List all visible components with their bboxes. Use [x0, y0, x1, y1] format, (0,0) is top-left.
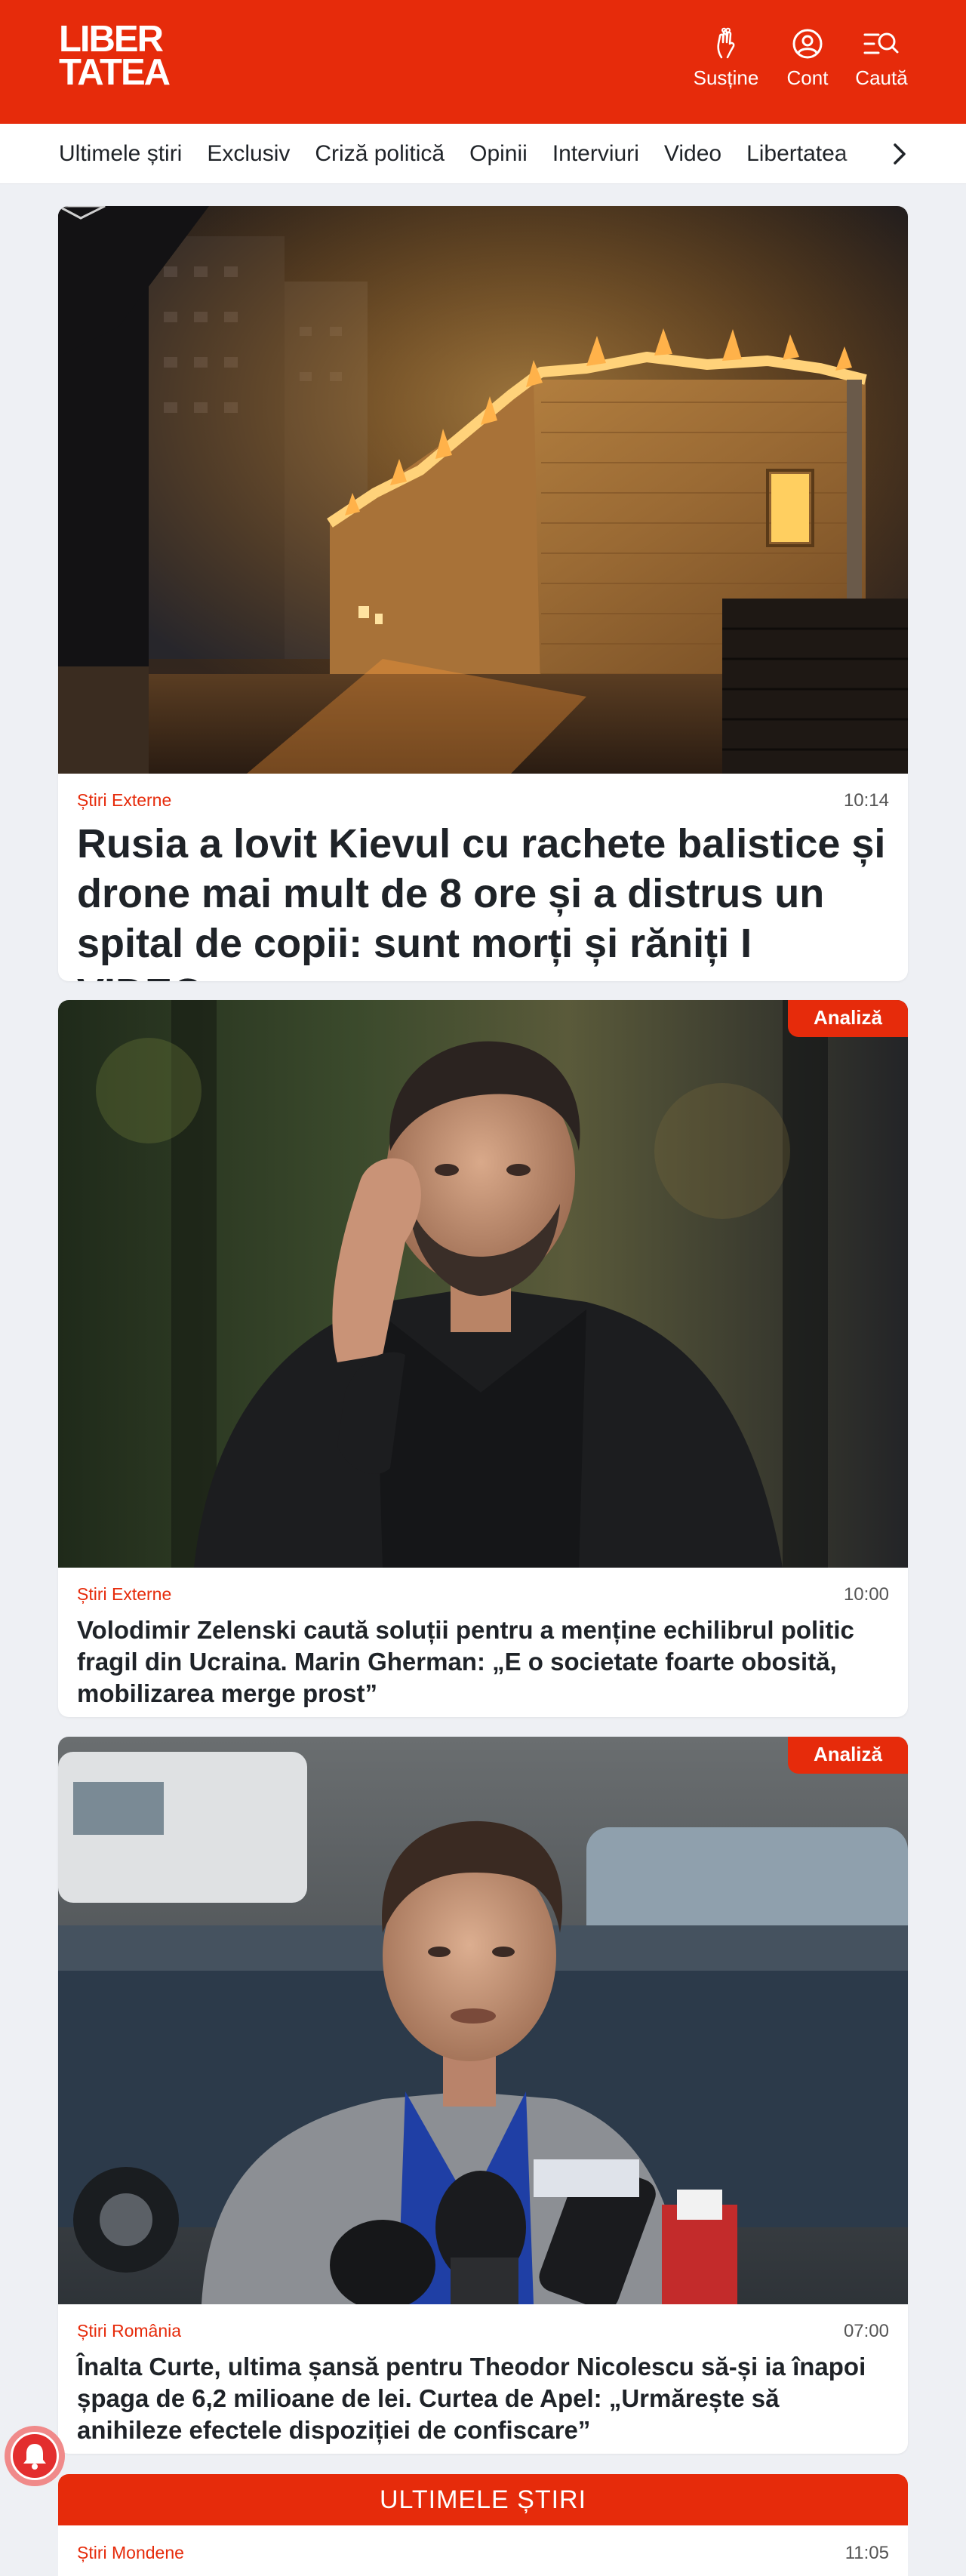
article-meta: Știri Externe 10:14 [77, 790, 889, 816]
article-card[interactable]: Analiză Știri România 07:00 Înalta Curte… [58, 1737, 908, 2454]
category-nav: Ultimele știri Exclusiv Criză politică O… [0, 124, 966, 184]
article-time: 07:00 [843, 2321, 889, 2341]
article-title[interactable]: Înalta Curte, ultima șansă pentru Theodo… [77, 2351, 889, 2446]
logo-line1: LIBER [59, 19, 164, 60]
zelensky-photo[interactable]: Analiză [58, 1000, 908, 1568]
notification-button[interactable] [5, 2426, 65, 2486]
press-interview-photo[interactable]: Analiză [58, 1737, 908, 2304]
nav-item-video[interactable]: Video [664, 141, 721, 167]
site-header: LIBER TATEA Susține Cont Caută [0, 0, 966, 124]
site-logo[interactable]: LIBER TATEA [59, 19, 171, 93]
latest-news-section: ULTIMELE ȘTIRI Știri Mondene 11:05 [58, 2474, 908, 2576]
support-button[interactable]: Susține [688, 27, 764, 95]
nav-item-political-crisis[interactable]: Criză politică [315, 141, 445, 167]
article-time: 10:00 [843, 1584, 889, 1605]
article-meta: Știri Externe 10:00 [77, 1584, 889, 1610]
nav-item-interviews[interactable]: Interviuri [552, 141, 639, 167]
article-time: 10:14 [843, 790, 889, 811]
latest-item-category[interactable]: Știri Mondene [77, 2543, 184, 2563]
article-card-featured[interactable]: Știri Externe 10:14 Rusia a lovit Kievul… [58, 206, 908, 981]
article-card[interactable]: Analiză Știri Externe 10:00 Volodimir Ze… [58, 1000, 908, 1717]
article-title[interactable]: Volodimir Zelenski caută soluții pentru … [77, 1614, 889, 1710]
latest-item-time: 11:05 [844, 2543, 889, 2563]
article-meta: Știri România 07:00 [77, 2321, 889, 2347]
logo-line2: TATEA [59, 52, 171, 93]
article-category[interactable]: Știri România [77, 2321, 181, 2341]
user-icon [792, 29, 823, 59]
search-button[interactable]: Caută [844, 27, 919, 95]
nav-item-latest-news[interactable]: Ultimele știri [59, 141, 182, 167]
burning-building-photo[interactable] [58, 206, 908, 774]
nav-item-opinions[interactable]: Opinii [469, 141, 528, 167]
nav-item-libertatea[interactable]: Libertatea [746, 141, 847, 167]
chevron-right-icon[interactable] [886, 140, 913, 168]
nav-item-exclusive[interactable]: Exclusiv [207, 141, 290, 167]
analysis-badge: Analiză [787, 1737, 908, 1774]
bell-icon [11, 2432, 59, 2480]
nav-list: Ultimele știri Exclusiv Criză politică O… [59, 124, 848, 183]
article-title[interactable]: Rusia a lovit Kievul cu rachete balistic… [77, 819, 889, 981]
article-category[interactable]: Știri Externe [77, 790, 171, 811]
hand-heart-icon [717, 27, 735, 59]
latest-news-heading[interactable]: ULTIMELE ȘTIRI [58, 2474, 908, 2525]
search-menu-icon [863, 32, 899, 54]
analysis-badge: Analiză [787, 1000, 908, 1037]
account-button[interactable]: Cont [770, 27, 845, 95]
support-label: Susține [693, 66, 759, 89]
account-label: Cont [786, 66, 829, 89]
search-label: Caută [855, 66, 908, 89]
article-category[interactable]: Știri Externe [77, 1584, 171, 1605]
